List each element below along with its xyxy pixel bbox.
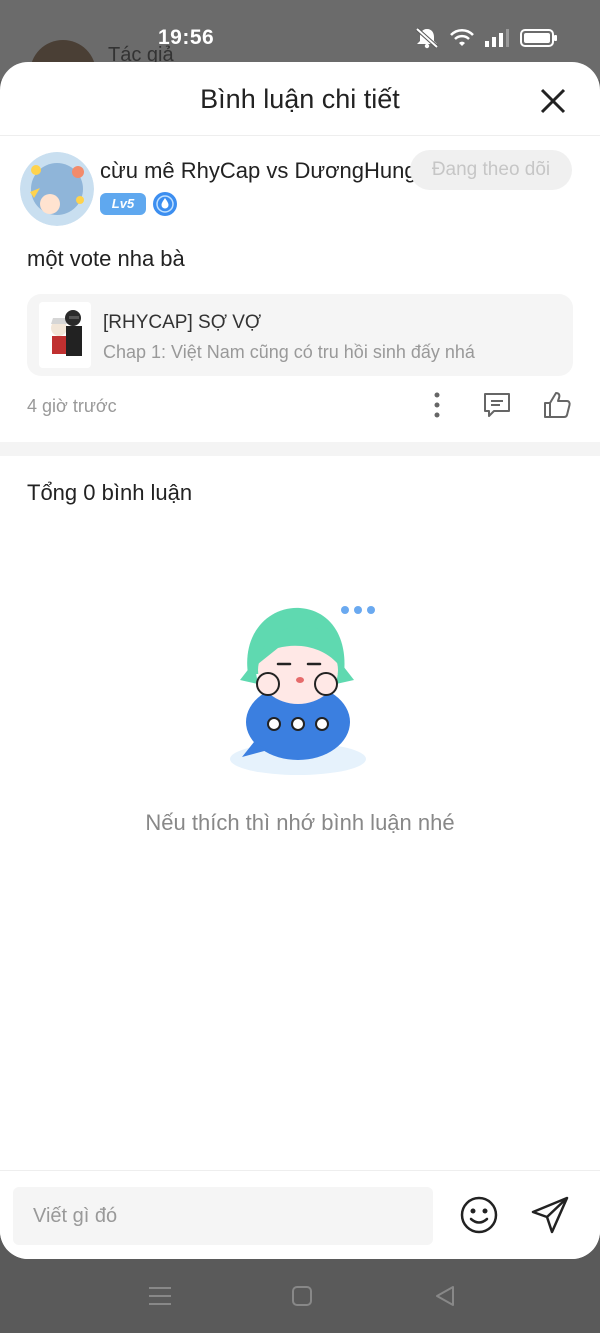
send-icon[interactable] (530, 1195, 570, 1235)
status-bar: 19:56 (0, 18, 600, 58)
emoji-icon[interactable] (459, 1195, 499, 1235)
more-options-icon[interactable] (422, 390, 452, 420)
avatar[interactable] (20, 152, 94, 226)
page-title: Bình luận chi tiết (200, 84, 400, 114)
comment-input[interactable]: Viết gì đó (13, 1187, 433, 1245)
reference-comic-title: [RHYCAP] SỢ VỢ (103, 312, 262, 333)
system-navigation-bar (0, 1259, 600, 1333)
water-drop-badge-icon (153, 192, 177, 216)
comment-body: một vote nha bà (27, 246, 185, 271)
signal-icon (485, 29, 509, 47)
comment-username[interactable]: cừu mê RhyCap vs DươngHung (100, 158, 417, 184)
comment-composer: Viết gì đó (0, 1170, 600, 1259)
comment-timestamp: 4 giờ trước (27, 396, 117, 416)
comic-thumbnail (39, 302, 91, 368)
like-thumb-icon[interactable] (542, 390, 572, 420)
status-icons (414, 27, 558, 49)
sheet-header: Bình luận chi tiết (0, 62, 600, 136)
status-time: 19:56 (158, 26, 215, 49)
level-badge: Lv5 (100, 193, 146, 215)
empty-state-message: Nếu thích thì nhớ bình luận nhé (145, 810, 455, 835)
mute-icon (415, 27, 439, 49)
wifi-icon (450, 28, 474, 46)
comment-detail-sheet: Bình luận chi tiết cừu mê RhyCap vs Dươn… (0, 62, 600, 1259)
battery-icon (520, 29, 557, 47)
close-icon[interactable] (538, 86, 568, 116)
follow-button[interactable]: Đang theo dõi (410, 150, 572, 190)
reference-chapter-title: Chap 1: Việt Nam cũng có tru hồi sinh đấ… (103, 342, 475, 362)
back-icon[interactable] (430, 1281, 460, 1311)
menu-icon[interactable] (145, 1281, 175, 1311)
total-comments-label: Tổng 0 bình luận (27, 480, 193, 505)
home-icon[interactable] (287, 1281, 317, 1311)
reply-comment-icon[interactable] (482, 390, 512, 420)
section-divider (0, 442, 600, 456)
chapter-reference-card[interactable]: [RHYCAP] SỢ VỢ Chap 1: Việt Nam cũng có … (27, 294, 573, 376)
empty-state-mascot-illustration (230, 606, 375, 775)
